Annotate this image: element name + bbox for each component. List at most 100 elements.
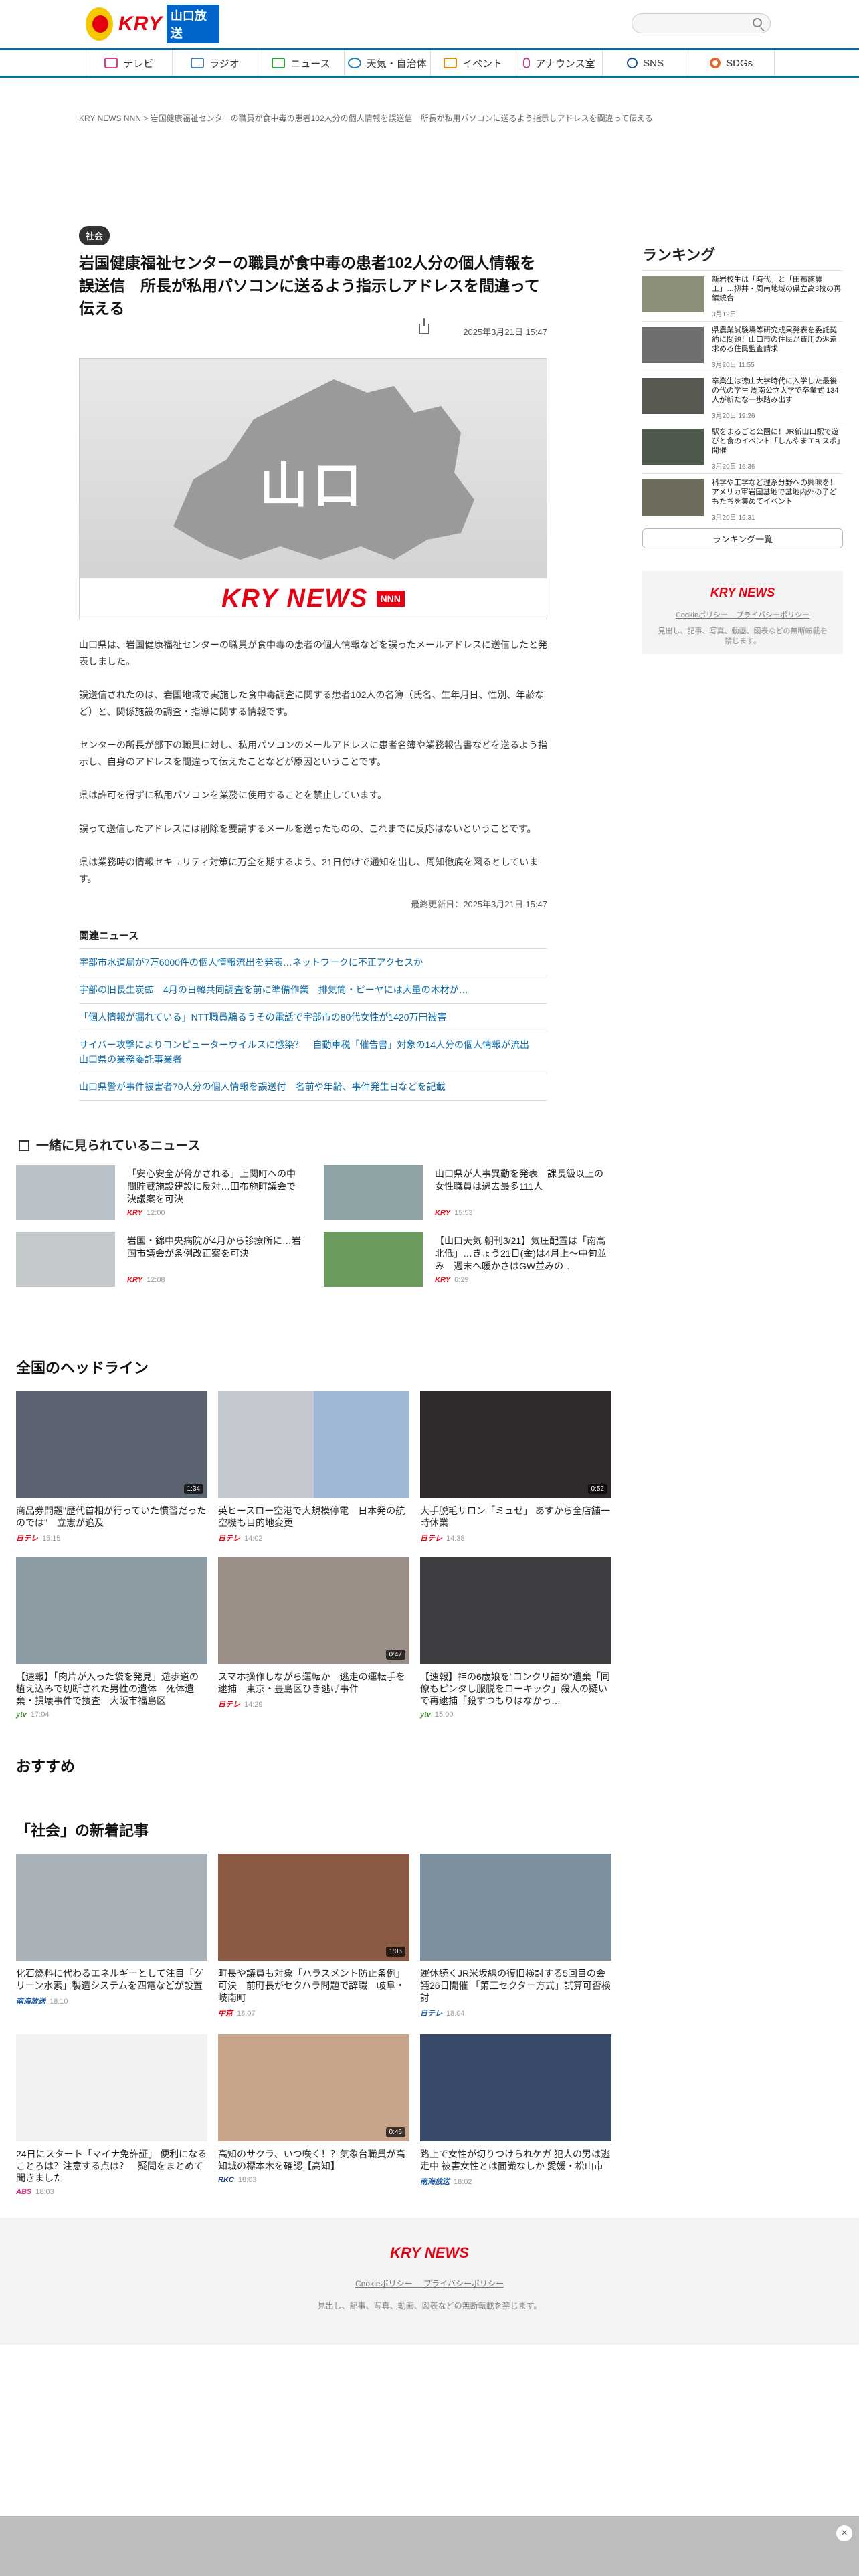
social-title: 「社会」の新着記事: [16, 1822, 149, 1839]
article-image: 山口 KRY NEWS NNN: [79, 358, 547, 619]
nav-item-tv[interactable]: テレビ: [86, 50, 173, 76]
mascot-icon: [86, 7, 114, 41]
ranking-thumbnail: [642, 378, 704, 414]
event-icon: [444, 58, 458, 68]
nav-item-event[interactable]: イベント: [431, 50, 517, 76]
cookie-policy-link[interactable]: Cookieポリシー: [676, 611, 728, 619]
ad-banner[interactable]: ×: [0, 2516, 859, 2576]
nav-item-weather[interactable]: 天気・自治体: [345, 50, 431, 76]
sdgs-icon: [710, 58, 721, 68]
social-thumbnail: 1:06: [218, 1854, 409, 1961]
ranking-item[interactable]: 駅をまるごと公園に！JR新山口駅で遊びと食のイベント「しんやまエキスポ」開催 3月…: [642, 423, 843, 473]
image-caption: 山口: [259, 459, 367, 513]
ranking-item[interactable]: 科学や工学など理系分野への興味を！アメリカ軍岩国基地で基地内外の子どもたちを集め…: [642, 473, 843, 524]
headline-card[interactable]: 0:47 スマホ操作しながら運転か 逃走の運転手を逮捕 東京・豊島区ひき逃げ事件…: [218, 1557, 409, 1709]
nav-item-radio[interactable]: ラジオ: [173, 50, 259, 76]
headline-card[interactable]: 英ヒースロー空港で大規模停電 日本発の航空機も目的地変更 日テレ 14:02: [218, 1391, 409, 1543]
privacy-policy-link[interactable]: プライバシーポリシー: [736, 611, 809, 619]
copyright-note: 見出し、記事、写真、動画、図表などの無断転載を禁じます。: [658, 627, 828, 645]
nav-item-news[interactable]: ニュース: [258, 50, 345, 76]
headline-card[interactable]: 1:34 商品券問題"歴代首相が行っていた慣習だったのでは" 立憲が追及 日テレ…: [16, 1391, 207, 1543]
social-thumbnail: [420, 2034, 611, 2141]
ranking-thumbnail: [642, 276, 704, 312]
together-item[interactable]: 【山口天気 朝刊3/21】気圧配置は「南高北低」…きょう21日(金)は4月上～中…: [324, 1232, 607, 1287]
headline-card[interactable]: 0:52 大手脱毛サロン「ミュゼ」 あすから全店舗一時休業 日テレ 14:38: [420, 1391, 611, 1543]
ranking-title: ランキング: [642, 247, 716, 263]
ranking-thumbnail: [642, 479, 704, 516]
related-news-link[interactable]: 宇部市水道局が7万6000件の個人情報流出を発表…ネットワークに不正アクセスか: [79, 948, 547, 976]
social-card[interactable]: 1:06 町長や議員も対象「ハラスメント防止条例」可決 前町長がセクハラ問題で辞…: [218, 1854, 409, 2018]
close-icon[interactable]: ×: [836, 2525, 852, 2541]
breadcrumb-current: 岩国健康福祉センターの職員が食中毒の患者102人分の個人情報を誤送信 所長が私用…: [150, 114, 653, 123]
together-item[interactable]: 岩国・錦中央病院が4月から診療所に…岩国市議会が条例改正案を可決 KRY 12:0…: [16, 1232, 301, 1287]
related-news-link[interactable]: 「個人情報が漏れている」NTT職員騙るうその電話で宇部市の80代女性が1420万…: [79, 1003, 547, 1031]
image-logo-band: KRY NEWS NNN: [80, 578, 547, 619]
nav-item-sns[interactable]: SNS: [603, 50, 689, 76]
footer-copyright-note: 見出し、記事、写真、動画、図表などの無断転載を禁じます。: [317, 2301, 542, 2311]
footer-cookie-policy-link[interactable]: Cookieポリシー: [355, 2279, 412, 2288]
together-thumbnail: [16, 1232, 115, 1287]
breadcrumb: KRY NEWS NNN > 岩国健康福祉センターの職員が食中毒の患者102人分…: [79, 112, 653, 124]
article-paragraph: 山口県は、岩国健康福祉センターの職員が食中毒の患者の個人情報などを誤ったメールア…: [79, 639, 547, 667]
social-card[interactable]: 化石燃料に代わるエネルギーとして注目「グリーン水素」製造システムを四電などが設置…: [16, 1854, 207, 2006]
ranking-item[interactable]: 県農業試験場等研究成果発表を委託契約に問題！山口市の住民が費用の返還求める住民監…: [642, 321, 843, 372]
social-thumbnail: [16, 2034, 207, 2141]
together-thumbnail: [324, 1165, 423, 1220]
logo-sub: 山口放送: [166, 5, 219, 43]
related-news-list: 宇部市水道局が7万6000件の個人情報流出を発表…ネットワークに不正アクセスか …: [79, 948, 547, 1101]
image-badge: NNN: [376, 591, 405, 607]
footer: KRY NEWS Cookieポリシー プライバシーポリシー 見出し、記事、写真…: [0, 2218, 859, 2345]
related-news-link[interactable]: 宇部の旧長生炭鉱 4月の日韓共同調査を前に準備作業 排気筒・ピーヤには大量の木材…: [79, 976, 547, 1003]
footer-logo: KRY NEWS: [390, 2244, 469, 2261]
ranking-item[interactable]: 卒業生は徳山大学時代に入学した最後の代の学生 周南公立大学で卒業式 134人が新…: [642, 372, 843, 423]
image-logo: KRY NEWS: [221, 584, 369, 613]
updated-date: 最終更新日：2025年3月21日 15:47: [411, 899, 547, 909]
article-paragraph: 誤送信されたのは、岩国地域で実施した食中毒調査に関する患者102人の名簿（氏名、…: [79, 689, 545, 717]
headline-card[interactable]: 【速報】「肉片が入った袋を発見」遊歩道の植え込みで切断された男性の遺体 死体遺棄…: [16, 1557, 207, 1719]
mic-icon: [523, 58, 531, 68]
radio-icon: [191, 58, 205, 68]
category-badge[interactable]: 社会: [79, 226, 110, 245]
footer-links: Cookieポリシー プライバシーポリシー: [0, 2278, 859, 2289]
related-news-link[interactable]: 山口県警が事件被害者70人分の個人情報を誤送付 名前や年齢、事件発生日などを記載: [79, 1073, 547, 1101]
together-item[interactable]: 「安心安全が脅かされる」上関町への中間貯蔵施設建設に反対…田布施町議会で決議案を…: [16, 1165, 297, 1220]
nav-item-announcer[interactable]: アナウンス室: [516, 50, 603, 76]
headline-thumbnail: [218, 1391, 409, 1498]
social-card[interactable]: 路上で女性が切りつけられケガ 犯人の男は逃走中 被害女性とは面識なしか 愛媛・松…: [420, 2034, 611, 2187]
headline-thumbnail: 1:34: [16, 1391, 207, 1498]
headlines-title: 全国のヘッドライン: [16, 1360, 149, 1376]
social-card[interactable]: 0:46 高知のサクラ、いつ咲く！？気象台職員が高知城の標本木を確認【高知】 R…: [218, 2034, 409, 2184]
article-paragraph: センターの所長が部下の職員に対し、私用パソコンのメールアドレスに患者名簿や業務報…: [79, 740, 547, 767]
nav-item-sdgs[interactable]: SDGs: [688, 50, 775, 76]
related-news-link[interactable]: サイバー攻撃によりコンピューターウイルスに感染？ 自動車税「催告書」対象の14人…: [79, 1031, 547, 1073]
document-icon: [19, 1140, 29, 1151]
related-news-title: 関連ニュース: [79, 930, 139, 942]
footer-privacy-policy-link[interactable]: プライバシーポリシー: [423, 2279, 504, 2288]
site-logo[interactable]: KRY 山口放送: [86, 5, 219, 43]
social-card[interactable]: 24日にスタート「マイナ免許証」 便利になることろは？注意する点は？ 疑問をまと…: [16, 2034, 207, 2196]
sns-icon: [627, 58, 638, 68]
social-thumbnail: [420, 1854, 611, 1961]
together-thumbnail: [16, 1165, 115, 1220]
sidebar-logo: KRY NEWS: [710, 586, 775, 599]
together-item[interactable]: 山口県が人事異動を発表 課長級以上の女性職員は過去最多111人 KRY 15:53: [324, 1165, 605, 1220]
breadcrumb-separator: >: [143, 114, 149, 123]
ranking-list: 新岩校生は「時代」と「田布施農工」…柳井・周南地域の県立高3校の再編統合 3月19…: [642, 270, 843, 524]
ranking-item[interactable]: 新岩校生は「時代」と「田布施農工」…柳井・周南地域の県立高3校の再編統合 3月19…: [642, 270, 843, 321]
ranking-more-button[interactable]: ランキング一覧: [642, 528, 843, 548]
article-paragraph: 県は業務時の情報セキュリティ対策に万全を期するよう、21日付けで通知を出し、周知…: [79, 857, 539, 884]
article-body: 山口県は、岩国健康福祉センターの職員が食中毒の患者の個人情報などを誤ったメールア…: [79, 637, 547, 904]
headline-thumbnail: [16, 1557, 207, 1664]
social-card[interactable]: 運休続くJR米坂線の復旧検討する5回目の会議26日開催 「第三セクター方式」試算…: [420, 1854, 611, 2018]
breadcrumb-home[interactable]: KRY NEWS NNN: [79, 114, 141, 123]
search-icon[interactable]: [753, 18, 762, 27]
recommend-title: おすすめ: [16, 1758, 76, 1775]
search-input[interactable]: [632, 13, 771, 33]
global-nav: テレビ ラジオ ニュース 天気・自治体 イベント アナウンス室 SNS SDGs: [0, 48, 859, 78]
published-date: 2025年3月21日 15:47: [463, 327, 547, 337]
social-thumbnail: [16, 1854, 207, 1961]
ranking-thumbnail: [642, 327, 704, 363]
headline-thumbnail: 0:47: [218, 1557, 409, 1664]
headline-card[interactable]: 【速報】神の6歳娘を"コンクリ詰め"遺棄「同僚もピンタし服脱をローキック」殺人の…: [420, 1557, 611, 1719]
article-title: 岩国健康福祉センターの職員が食中毒の患者102人分の個人情報を誤送信 所長が私用…: [79, 254, 540, 317]
